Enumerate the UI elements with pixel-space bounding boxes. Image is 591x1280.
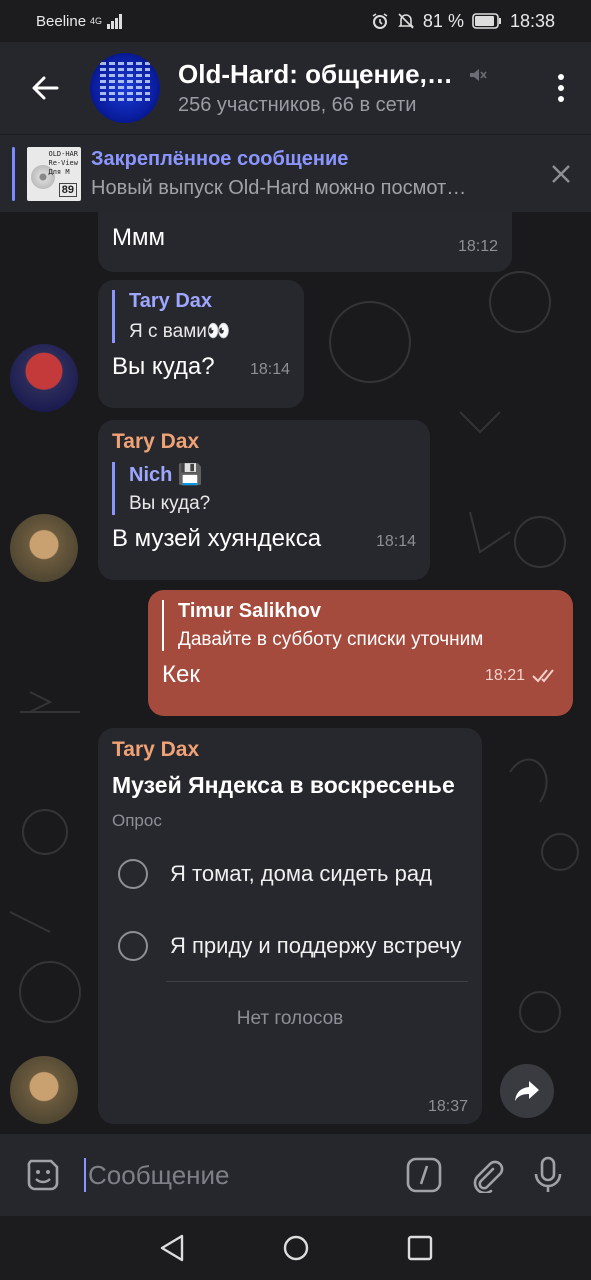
arrow-left-icon — [32, 76, 59, 100]
microphone-icon — [534, 1156, 562, 1192]
nav-recents-icon[interactable] — [407, 1235, 433, 1261]
back-button[interactable] — [0, 42, 90, 134]
chat-header: Old-Hard: общение,… 256 участников, 66 в… — [0, 42, 591, 134]
carrier-label: Beeline — [36, 12, 87, 30]
poll-option-text: Я томат, дома сидеть рад — [170, 861, 432, 886]
share-button[interactable] — [500, 1064, 554, 1118]
message-time-status: 18:21 — [485, 667, 559, 685]
sender-name[interactable]: Tary Dax — [112, 430, 416, 454]
pinned-thumb-number: 89 — [58, 182, 77, 197]
nav-back-icon[interactable] — [159, 1234, 185, 1262]
message-time: 18:37 — [427, 1098, 468, 1115]
text-caret — [84, 1158, 86, 1192]
user-avatar[interactable] — [10, 1056, 78, 1124]
divider — [166, 981, 468, 982]
reply-author: Timur Salikhov — [178, 600, 322, 622]
signal-icon — [107, 14, 123, 29]
message-input[interactable]: Сообщение — [74, 1158, 393, 1192]
group-info[interactable]: Old-Hard: общение,… 256 участников, 66 в… — [178, 59, 531, 117]
voice-message-button[interactable] — [517, 1134, 579, 1216]
slash-command-icon — [406, 1157, 442, 1193]
pinned-thumbnail: OLD-HAR Re-View Для М 89 — [27, 146, 81, 201]
group-title: Old-Hard: общение,… — [178, 59, 453, 89]
paperclip-icon — [473, 1160, 504, 1193]
message-text: Кек — [162, 661, 200, 688]
message-placeholder: Сообщение — [88, 1159, 230, 1190]
message-time: 18:14 — [249, 361, 290, 378]
group-avatar[interactable] — [90, 53, 160, 123]
sticker-smile-icon — [27, 1159, 59, 1191]
group-members-status: 256 участников, 66 в сети — [178, 94, 417, 116]
poll-radio[interactable] — [118, 931, 148, 961]
pinned-message-bar[interactable]: OLD-HAR Re-View Для М 89 Закреплённое со… — [0, 134, 591, 212]
reply-text: Я с вами👀 — [129, 321, 231, 342]
poll-radio[interactable] — [118, 859, 148, 889]
nav-home-icon[interactable] — [282, 1234, 310, 1262]
battery-percent: 81 % — [422, 10, 464, 31]
poll-question: Музей Яндекса в воскресенье — [112, 772, 455, 798]
network-type: 4G — [90, 15, 103, 26]
carrier: Beeline 4G — [36, 12, 124, 30]
emoji-button[interactable] — [12, 1134, 74, 1216]
reply-text: Вы куда? — [129, 493, 211, 514]
reply-author: Tary Dax — [129, 290, 213, 312]
muted-icon — [469, 68, 487, 81]
muted-bell-icon — [397, 13, 414, 29]
share-arrow-icon — [515, 1081, 539, 1101]
message-bubble[interactable]: Ммм 18:12 — [98, 212, 512, 272]
poll-option[interactable]: Я приду и поддержу встречу — [112, 931, 468, 961]
user-avatar[interactable] — [10, 344, 78, 412]
reply-quote[interactable]: Timur Salikhov Давайте в субботу списки … — [162, 600, 559, 651]
system-navigation-bar — [0, 1216, 591, 1280]
reply-quote[interactable]: Tary Dax Я с вами👀 — [112, 290, 290, 343]
pinned-preview: Новый выпуск Old-Hard можно посмот… — [91, 176, 467, 199]
more-vertical-icon — [558, 74, 564, 102]
poll-option-text: Я приду и поддержу встречу — [170, 933, 462, 958]
pinned-label: Закреплённое сообщение — [91, 147, 349, 170]
message-time: 18:21 — [484, 667, 525, 684]
group-avatar-pattern — [100, 59, 150, 117]
outgoing-message-bubble[interactable]: Timur Salikhov Давайте в субботу списки … — [148, 590, 573, 716]
poll-bubble[interactable]: Tary Dax Музей Яндекса в воскресенье Опр… — [98, 728, 482, 1124]
pinned-indicator — [12, 146, 15, 201]
chat-messages-area[interactable]: Ммм 18:12 Tary Dax Я с вами👀 Вы куда? 18… — [0, 212, 591, 1134]
reply-author: Nich 💾 — [129, 464, 203, 486]
message-text: Вы куда? — [112, 353, 215, 380]
more-options-button[interactable] — [531, 42, 591, 134]
close-pinned-button[interactable] — [531, 135, 591, 213]
message-bubble[interactable]: Tary Dax Я с вами👀 Вы куда? 18:14 — [98, 280, 304, 408]
double-check-icon — [532, 669, 554, 683]
sender-name[interactable]: Tary Dax — [112, 738, 468, 762]
poll-option[interactable]: Я томат, дома сидеть рад — [112, 859, 468, 889]
cut-off-link-preview — [112, 212, 498, 224]
clock: 18:38 — [509, 10, 555, 31]
poll-votes-status: Нет голосов — [236, 1008, 344, 1029]
message-time: 18:14 — [375, 533, 416, 550]
pinned-thumb-text: OLD-HAR Re-View Для М — [48, 149, 78, 176]
attach-button[interactable] — [455, 1134, 517, 1216]
message-text: В музей хуяндекса — [112, 525, 322, 552]
bot-commands-button[interactable] — [393, 1134, 455, 1216]
reply-text: Давайте в субботу списки уточним — [178, 629, 484, 650]
close-icon — [552, 164, 570, 183]
message-time: 18:12 — [457, 238, 498, 255]
message-text: Ммм — [112, 224, 165, 251]
poll-type-label: Опрос — [112, 811, 162, 830]
reply-quote[interactable]: Nich 💾 Вы куда? — [112, 462, 416, 515]
battery-icon — [472, 13, 501, 29]
message-input-bar: Сообщение — [0, 1134, 591, 1216]
message-bubble[interactable]: Tary Dax Nich 💾 Вы куда? В музей хуяндек… — [98, 420, 430, 580]
user-avatar[interactable] — [10, 514, 78, 582]
alarm-icon — [372, 13, 388, 29]
status-bar: Beeline 4G 81 % 18:38 — [0, 0, 591, 42]
